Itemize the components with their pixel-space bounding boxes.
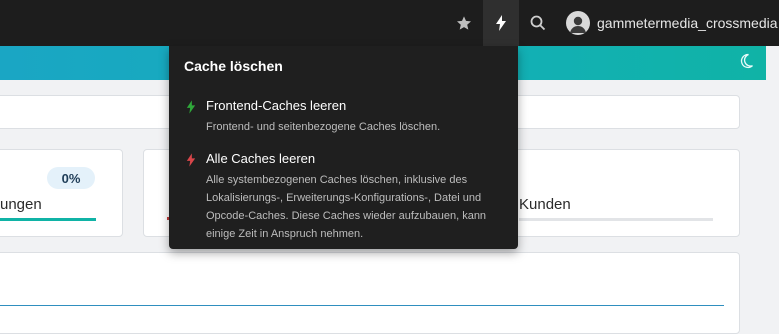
stat-label-right: Kunden [519, 196, 571, 213]
top-toolbar: gammetermedia_crossmedia [0, 0, 779, 46]
search-icon [530, 15, 546, 31]
menu-item-description: Alle systembezogenen Caches löschen, ink… [206, 174, 487, 240]
stat-label-left: ungen [0, 196, 42, 213]
user-menu[interactable]: gammetermedia_crossmedia [566, 0, 778, 46]
progress-badge: 0% [47, 167, 95, 189]
bolt-icon [186, 153, 196, 167]
star-icon [457, 16, 471, 30]
menu-item-label: Frontend-Caches leeren [206, 98, 347, 113]
menu-item-label: Alle Caches leeren [206, 151, 316, 166]
bookmark-button[interactable] [446, 0, 482, 46]
menu-item-description: Frontend- und seitenbezogene Caches lösc… [206, 121, 441, 133]
moon-icon[interactable] [738, 53, 754, 69]
stat-card-left [0, 149, 123, 237]
clear-cache-button[interactable] [483, 0, 519, 46]
clear-all-caches-item[interactable]: Alle Caches leeren Alle systembezogenen … [169, 151, 518, 241]
content-divider [0, 305, 724, 306]
avatar [566, 11, 590, 35]
progress-bar-left [0, 218, 96, 221]
clear-frontend-cache-item[interactable]: Frontend-Caches leeren Frontend- und sei… [169, 98, 518, 134]
dropdown-title: Cache löschen [184, 58, 283, 74]
bolt-icon [496, 15, 506, 31]
progress-bar-right [519, 218, 713, 221]
username: gammetermedia_crossmedia [597, 15, 778, 31]
search-button[interactable] [520, 0, 556, 46]
bolt-icon [186, 100, 196, 114]
user-icon [570, 16, 586, 33]
cache-dropdown: Cache löschen Frontend-Caches leeren Fro… [169, 46, 518, 249]
